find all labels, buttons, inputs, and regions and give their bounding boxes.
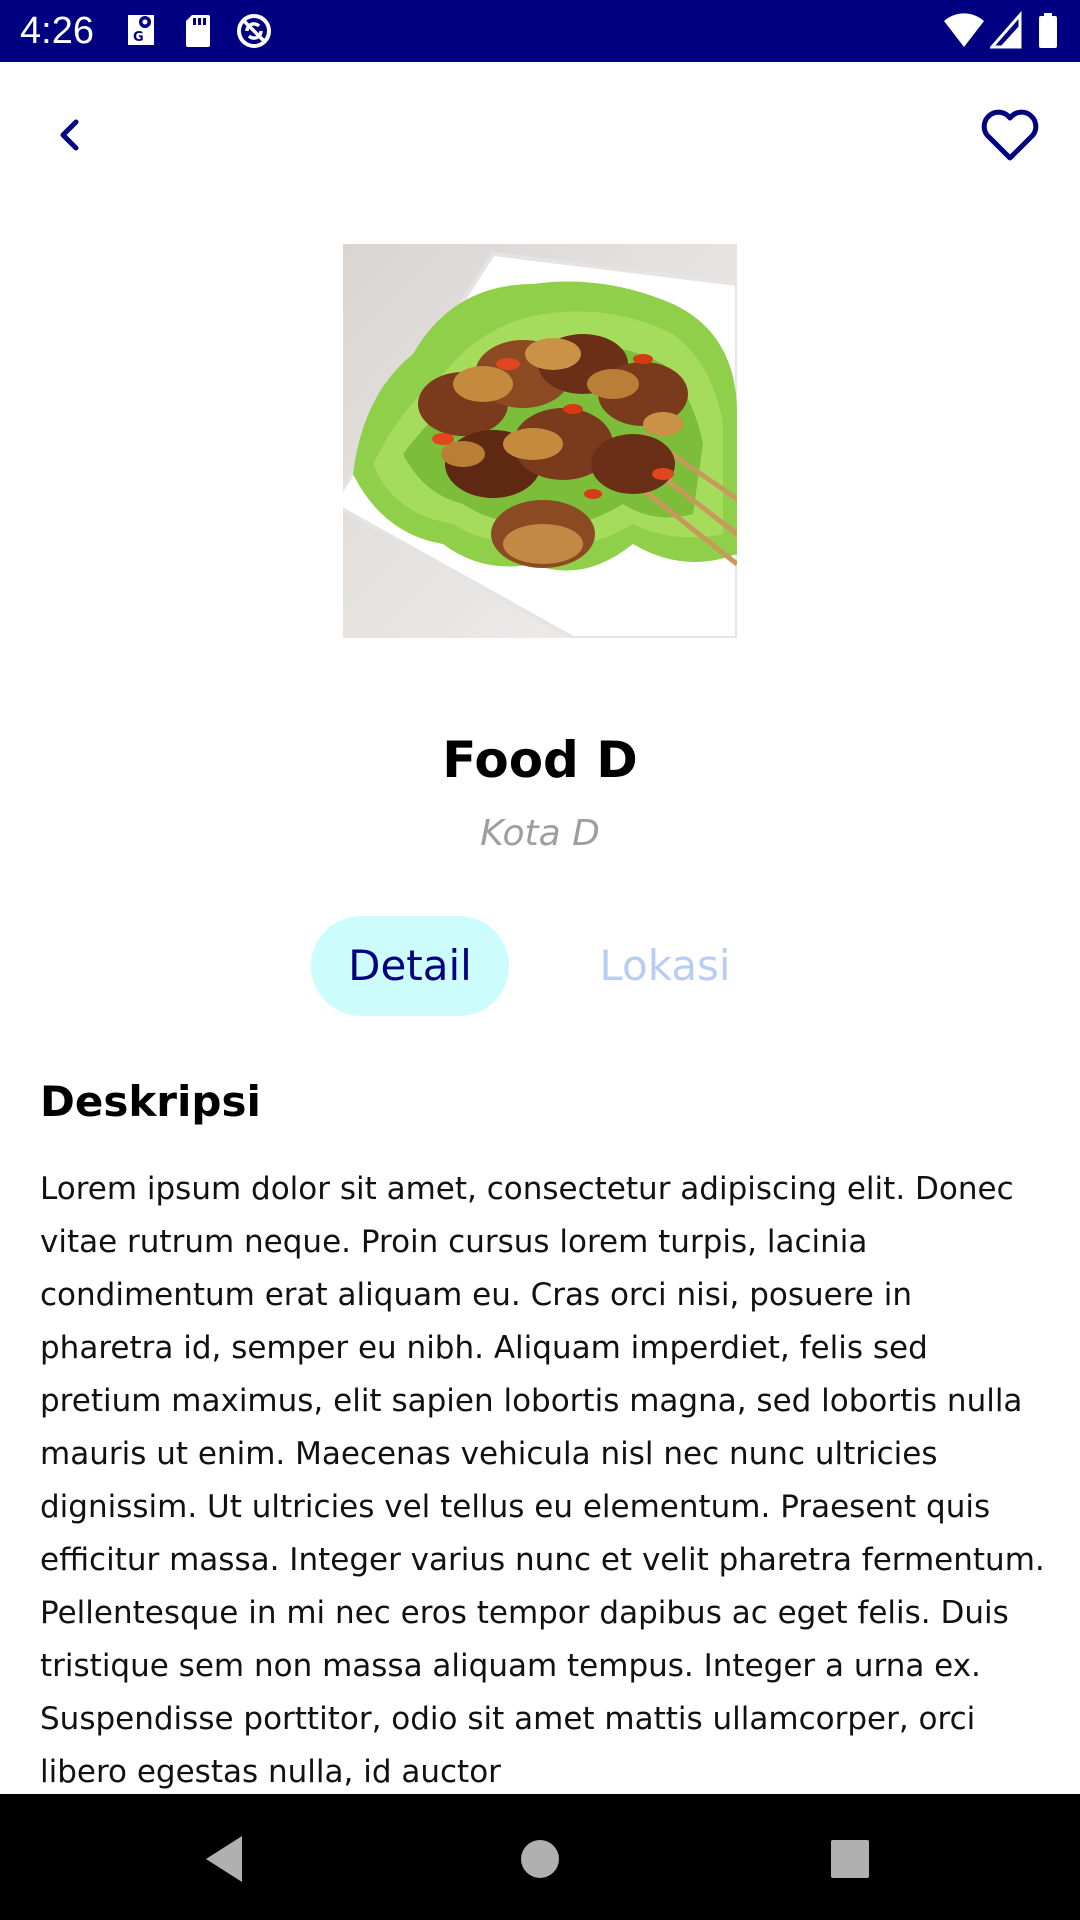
sd-card-icon — [186, 15, 210, 47]
navigation-bar — [0, 1794, 1080, 1920]
tab-detail[interactable]: Detail — [311, 916, 509, 1016]
wifi-icon — [944, 13, 984, 47]
home-circle-icon — [521, 1840, 559, 1878]
description-text: Lorem ipsum dolor sit amet, consectetur … — [40, 1171, 1045, 1790]
nav-back-button[interactable] — [190, 1824, 260, 1894]
nav-recents-button[interactable] — [815, 1824, 885, 1894]
cell-signal-icon — [990, 11, 1022, 49]
recents-square-icon — [831, 1840, 869, 1878]
food-image — [343, 244, 737, 638]
nav-home-button[interactable] — [505, 1824, 575, 1894]
svg-text:G: G — [133, 30, 144, 45]
food-title: Food D — [442, 731, 638, 789]
status-bar: 4:26 G — [0, 0, 1080, 62]
back-triangle-icon — [206, 1836, 242, 1882]
sync-disabled-icon — [237, 14, 271, 48]
heart-outline-icon — [981, 109, 1039, 161]
status-time: 4:26 — [20, 10, 94, 52]
tab-lokasi[interactable]: Lokasi — [580, 916, 750, 1016]
chevron-left-icon — [60, 119, 79, 151]
maps-notification-icon: G — [128, 15, 154, 45]
battery-icon — [1039, 13, 1057, 48]
back-button[interactable] — [40, 100, 100, 170]
description-heading: Deskripsi — [40, 1077, 261, 1126]
favorite-button[interactable] — [975, 100, 1045, 170]
food-city: Kota D — [480, 813, 600, 854]
